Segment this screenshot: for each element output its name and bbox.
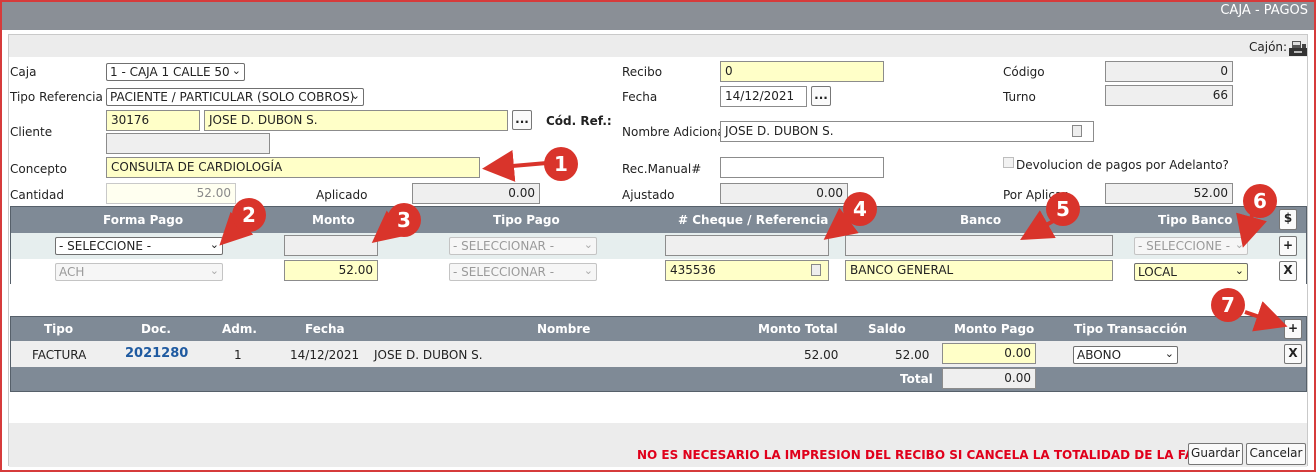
callout-2: 2 xyxy=(232,198,266,232)
callout-5: 5 xyxy=(1046,192,1080,226)
callout-1: 1 xyxy=(544,147,578,181)
callout-arrows xyxy=(219,149,1288,332)
callout-3: 3 xyxy=(387,203,421,237)
callout-4: 4 xyxy=(843,192,877,226)
callout-7: 7 xyxy=(1211,288,1245,322)
callout-6: 6 xyxy=(1243,184,1277,218)
